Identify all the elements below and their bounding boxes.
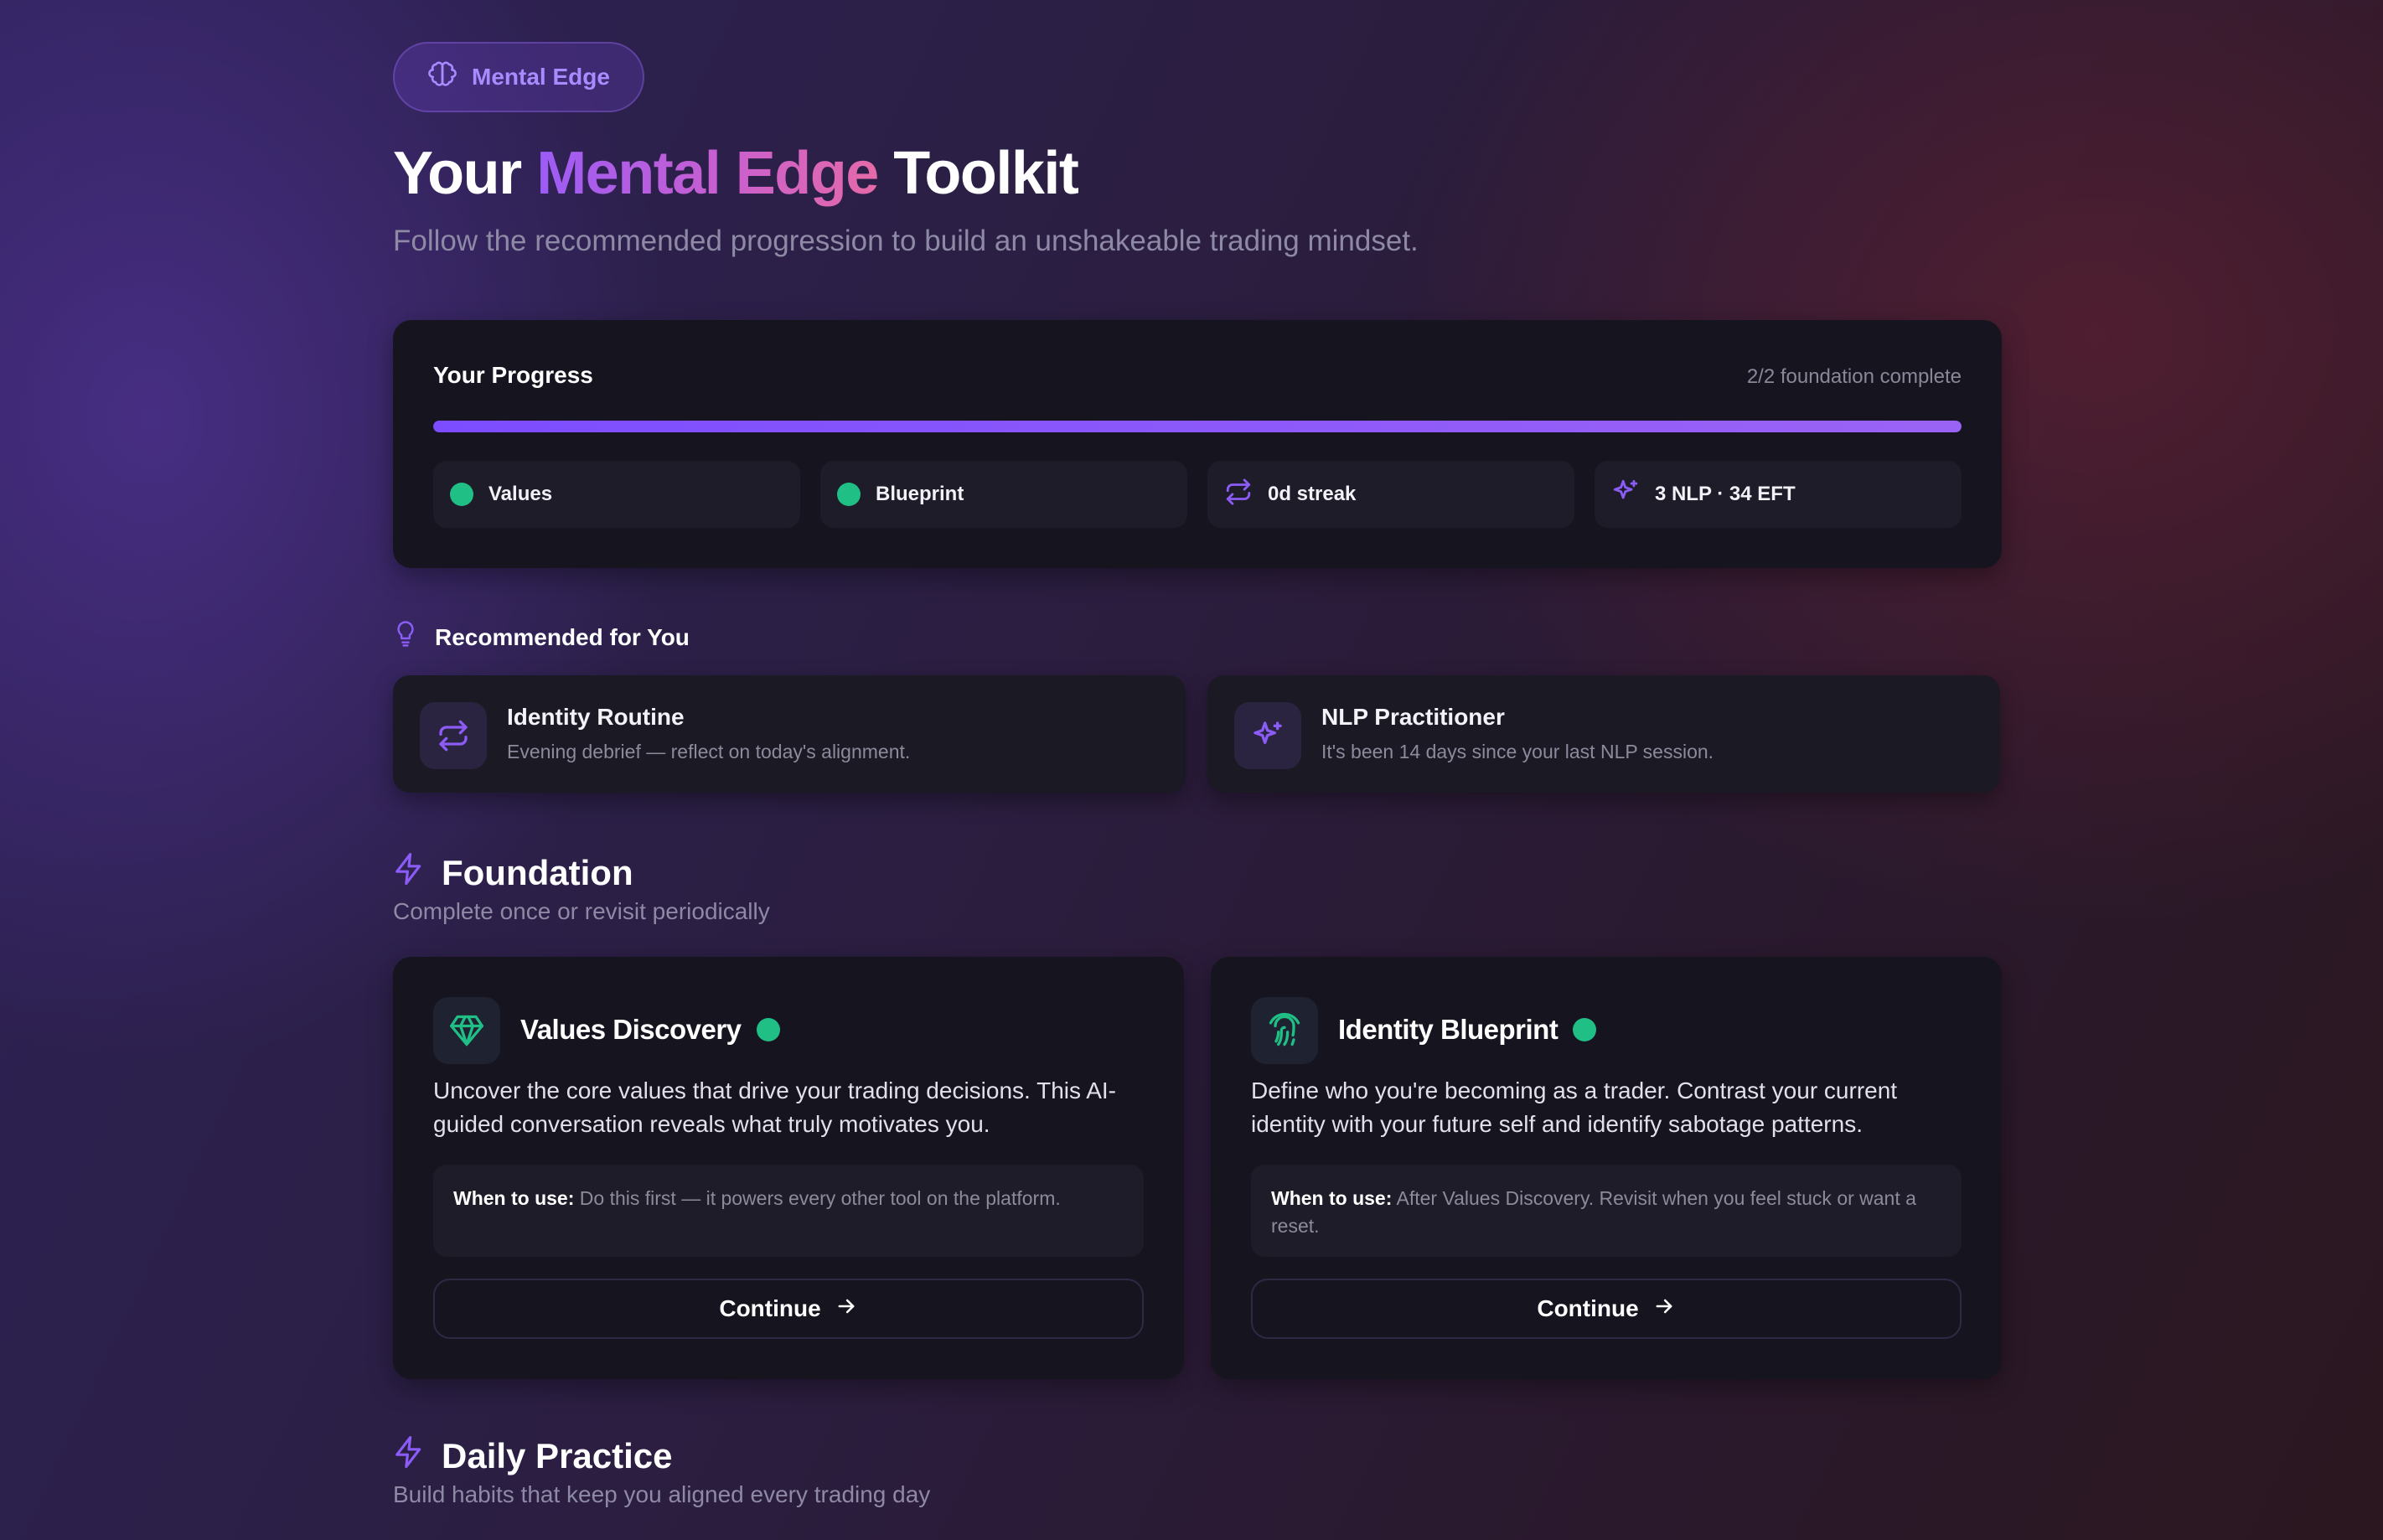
when-label: When to use: <box>1271 1187 1393 1209</box>
page-title: Your Mental Edge Toolkit <box>393 134 1079 213</box>
progress-title: Your Progress <box>433 362 593 388</box>
recommended-title: NLP Practitioner <box>1321 704 1505 730</box>
progress-bar-fill <box>433 421 1962 432</box>
continue-button[interactable]: Continue <box>433 1279 1144 1339</box>
lightbulb-icon <box>393 620 418 654</box>
title-highlight: Mental Edge <box>536 140 879 207</box>
foundation-heading: Foundation <box>393 851 633 895</box>
continue-button[interactable]: Continue <box>1251 1279 1962 1339</box>
recommended-card-nlp-practitioner[interactable]: NLP Practitioner It's been 14 days since… <box>1207 675 2000 793</box>
chip-blueprint: Blueprint <box>820 461 1187 528</box>
tool-title: Values Discovery <box>520 1014 780 1046</box>
complete-dot-icon <box>837 483 861 506</box>
brain-icon <box>428 60 457 95</box>
badge-label: Mental Edge <box>472 64 610 90</box>
progress-bar <box>433 421 1962 432</box>
progress-card <box>393 320 2002 568</box>
chip-label: Values <box>488 483 553 505</box>
foundation-subtitle: Complete once or revisit periodically <box>393 898 770 924</box>
when-to-use-box: When to use: Do this first — it powers e… <box>433 1165 1144 1257</box>
progress-chips: Values Blueprint 0d streak 3 NLP · 34 EF… <box>433 461 1962 528</box>
identity-blueprint-card: Identity Blueprint Define who you're bec… <box>1211 957 2002 1379</box>
complete-dot-icon <box>450 483 473 506</box>
tool-description: Define who you're becoming as a trader. … <box>1251 1077 1898 1137</box>
tool-title: Identity Blueprint <box>1338 1014 1597 1046</box>
tool-description: Uncover the core values that drive your … <box>433 1077 1116 1137</box>
page-subtitle: Follow the recommended progression to bu… <box>393 225 1419 257</box>
recommended-card-identity-routine[interactable]: Identity Routine Evening debrief — refle… <box>393 675 1186 793</box>
complete-dot-icon <box>1573 1018 1597 1041</box>
chip-label: 3 NLP · 34 EFT <box>1655 483 1796 505</box>
chip-label: 0d streak <box>1268 483 1357 505</box>
complete-dot-icon <box>756 1018 780 1041</box>
repeat-icon <box>1224 478 1253 512</box>
recommended-description: Evening debrief — reflect on today's ali… <box>507 741 911 762</box>
daily-heading-label: Daily Practice <box>442 1436 673 1475</box>
button-label: Continue <box>719 1295 821 1321</box>
mental-edge-badge[interactable]: Mental Edge <box>393 42 644 112</box>
lightning-icon <box>393 1434 425 1478</box>
daily-practice-heading: Daily Practice <box>393 1434 673 1478</box>
recommended-title: Identity Routine <box>507 704 685 730</box>
tool-title-label: Identity Blueprint <box>1338 1014 1559 1045</box>
when-text: Do this first — it powers every other to… <box>579 1187 1061 1209</box>
when-label: When to use: <box>453 1187 575 1209</box>
recommended-description: It's been 14 days since your last NLP se… <box>1321 741 1714 762</box>
arrow-right-icon <box>1652 1295 1676 1324</box>
foundation-heading-label: Foundation <box>442 853 633 892</box>
arrow-right-icon <box>835 1295 858 1324</box>
fingerprint-icon <box>1251 997 1318 1064</box>
chip-label: Blueprint <box>876 483 964 505</box>
daily-practice-subtitle: Build habits that keep you aligned every… <box>393 1481 931 1507</box>
chip-streak: 0d streak <box>1207 461 1574 528</box>
recommended-heading-label: Recommended for You <box>435 623 690 650</box>
sparkles-icon <box>1234 702 1301 769</box>
chip-values: Values <box>433 461 800 528</box>
lightning-icon <box>393 851 425 895</box>
chip-sessions: 3 NLP · 34 EFT <box>1595 461 1962 528</box>
when-to-use-box: When to use: After Values Discovery. Rev… <box>1251 1165 1962 1257</box>
values-discovery-card: Values Discovery Uncover the core values… <box>393 957 1184 1379</box>
progress-status: 2/2 foundation complete <box>1746 365 1962 388</box>
recommended-heading: Recommended for You <box>393 620 690 654</box>
tool-title-label: Values Discovery <box>520 1014 742 1045</box>
gem-icon <box>433 997 500 1064</box>
repeat-icon <box>420 702 487 769</box>
button-label: Continue <box>1537 1295 1639 1321</box>
title-prefix: Your <box>393 140 522 207</box>
title-suffix: Toolkit <box>893 140 1079 207</box>
sparkles-icon <box>1611 478 1640 512</box>
